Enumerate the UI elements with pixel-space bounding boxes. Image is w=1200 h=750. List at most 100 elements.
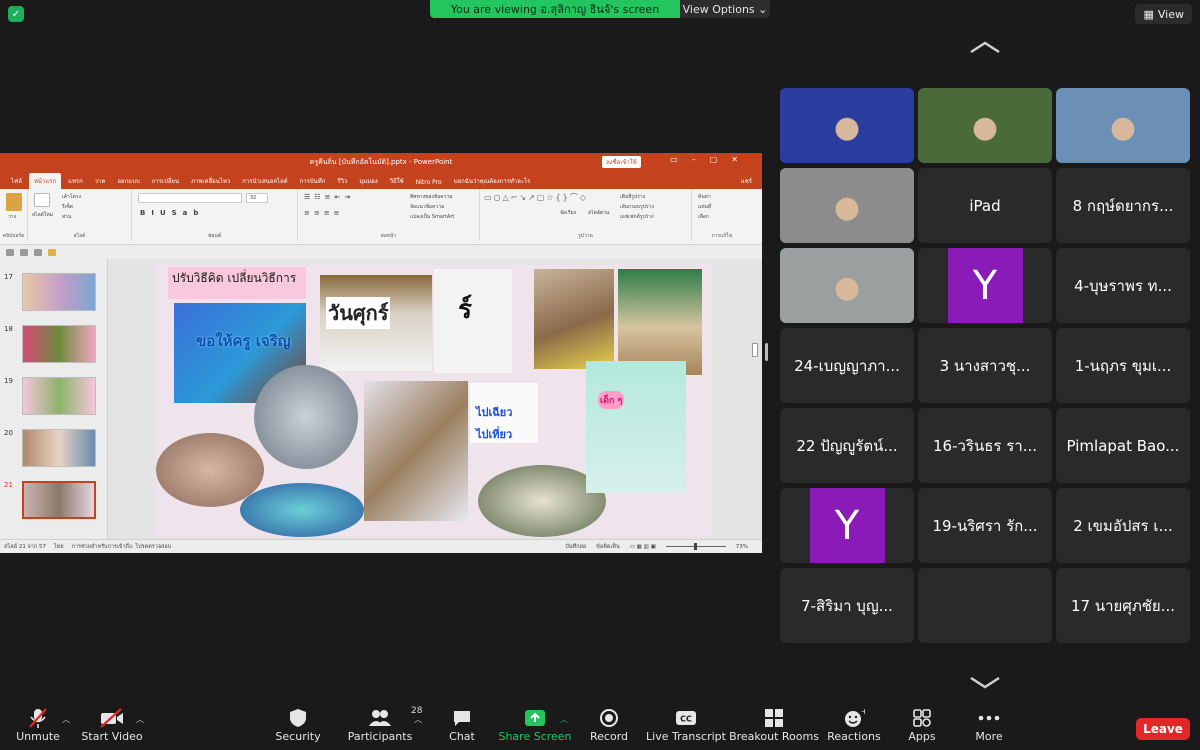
find-button[interactable]: ค้นหา [698, 193, 711, 201]
quick-styles-button[interactable]: สไตล์ด่วน [588, 209, 609, 217]
participant-tile[interactable]: 22 ปัญญูรัตน์... [780, 408, 914, 483]
font-format-buttons[interactable]: BIUSab [140, 209, 204, 217]
ppt-tab[interactable]: รีวิว [332, 173, 352, 189]
font-name-box[interactable] [138, 193, 242, 203]
ppt-tab[interactable]: การเปลี่ยน [147, 173, 184, 189]
participant-tile[interactable]: 24-เบญญาภา... [780, 328, 914, 403]
more-button[interactable]: More [974, 706, 1004, 748]
replace-button[interactable]: แทนที่ [698, 203, 711, 211]
save-icon[interactable] [6, 248, 14, 256]
participant-tile[interactable]: 1-นฤภร ขุมเ... [1056, 328, 1190, 403]
participant-tile[interactable] [780, 248, 914, 323]
ppt-tab[interactable]: วาด [90, 173, 111, 189]
participant-tile[interactable]: 4-บุษราพร ท... [1056, 248, 1190, 323]
chat-button[interactable]: Chat [448, 706, 476, 748]
security-shield-icon[interactable]: ✓ [8, 6, 24, 22]
reset-button[interactable]: รีเซ็ต [62, 203, 73, 211]
shape-outline-button[interactable]: เส้นกรอบรูปร่าง [620, 203, 654, 211]
participant-tile[interactable] [1056, 88, 1190, 163]
slide-scrollbar[interactable] [752, 343, 758, 357]
live-transcript-button[interactable]: CC Live Transcript [646, 706, 726, 748]
view-button[interactable]: ▦ View [1135, 4, 1192, 24]
paste-icon[interactable] [6, 193, 22, 211]
audio-options-caret-icon[interactable]: ︿ [62, 714, 70, 725]
shape-fill-button[interactable]: เติมสีรูปร่าง [620, 193, 645, 201]
font-size-box[interactable]: 32 [246, 193, 268, 203]
breakout-rooms-button[interactable]: Breakout Rooms [729, 706, 819, 748]
participants-button[interactable]: 28 Participants [348, 706, 423, 748]
participant-tile[interactable]: Y [780, 488, 914, 563]
share-screen-button[interactable]: Share Screen [498, 706, 572, 748]
ppt-tab[interactable]: ไฟล์ [6, 173, 27, 189]
ppt-tab[interactable]: แทรก [63, 173, 88, 189]
ppt-tab[interactable]: มุมมอง [354, 173, 382, 189]
security-button[interactable]: Security [275, 706, 321, 748]
chevron-up-icon[interactable] [968, 40, 1002, 54]
participant-tile[interactable] [918, 88, 1052, 163]
zoom-slider[interactable] [665, 543, 726, 550]
participant-tile[interactable] [780, 168, 914, 243]
video-options-caret-icon[interactable]: ︿ [136, 714, 144, 725]
shapes-gallery[interactable]: ▭○△⌐↘↗▢☆{}⌒◇ [484, 192, 588, 203]
ppt-window-controls[interactable]: ▭–▢✕ [670, 155, 752, 164]
ppt-tab[interactable]: ออกแบบ [112, 173, 144, 189]
start-video-button[interactable]: Start Video [81, 706, 143, 748]
record-button[interactable]: Record [590, 706, 628, 748]
ppt-tab[interactable]: Nitro Pro [411, 176, 447, 189]
share-options-caret-icon[interactable]: ︿ [560, 714, 568, 725]
chevron-down-icon[interactable] [968, 676, 1002, 690]
ppt-tab[interactable]: วิธีใช้ [385, 173, 409, 189]
ppt-tab[interactable]: การบันทึก [295, 173, 331, 189]
unmute-button[interactable]: Unmute [16, 706, 60, 748]
notes-button[interactable]: บันทึกย่อ [565, 543, 586, 551]
select-button[interactable]: เลือก [698, 213, 709, 221]
participant-tile[interactable]: 7-สิริมา บุญ... [780, 568, 914, 643]
thumbnail-slide-21[interactable]: 21 [4, 481, 104, 521]
ppt-share-button[interactable]: แชร์ [736, 173, 762, 189]
participant-tile[interactable]: iPad [918, 168, 1052, 243]
align-buttons[interactable]: ≡≡≡≡ [304, 209, 343, 217]
thumbnail-slide-20[interactable]: 20 [4, 429, 104, 469]
new-slide-icon[interactable] [34, 193, 50, 207]
text-direction-button[interactable]: ทิศทางของข้อความ [410, 193, 453, 201]
folder-icon[interactable] [48, 248, 56, 256]
ppt-sign-in-button[interactable]: ลงชื่อเข้าใช้ [602, 156, 641, 168]
list-buttons[interactable]: ☰☷≡⇤⇥ [304, 193, 354, 201]
ppt-tab[interactable]: ภาพเคลื่อนไหว [186, 173, 235, 189]
participant-tile[interactable] [780, 88, 914, 163]
participant-tile[interactable]: 19-นริศรา รัก... [918, 488, 1052, 563]
participant-tile[interactable]: 3 นางสาวชุ... [918, 328, 1052, 403]
thumbnail-slide-17[interactable]: 17 [4, 273, 104, 313]
thumbnail-slide-18[interactable]: 18 [4, 325, 104, 365]
section-button[interactable]: ส่วน [62, 213, 71, 221]
view-options-button[interactable]: View Options ⌄ [680, 0, 770, 18]
slide-title[interactable]: ปรับวิธีคิด เปลี่ยนวิธีการ [168, 267, 306, 299]
smartart-button[interactable]: แปลงเป็น SmartArt [410, 213, 454, 221]
comments-button[interactable]: ข้อคิดเห็น [596, 543, 620, 551]
participant-tile[interactable]: 2 เขมอัปสร เ... [1056, 488, 1190, 563]
undo-icon[interactable] [20, 248, 28, 256]
redo-icon[interactable] [34, 248, 42, 256]
slide-canvas[interactable]: ปรับวิธีคิด เปลี่ยนวิธีการ ขอให้ครู เจริ… [156, 265, 712, 537]
participant-tile[interactable]: 16-วรินธร รา... [918, 408, 1052, 483]
participant-tile[interactable]: 17 นายศุภชัย... [1056, 568, 1190, 643]
zoom-slider-knob[interactable] [693, 543, 697, 550]
accessibility-status[interactable]: การช่วยสำหรับการเข้าถึง: โปรดตรวจสอบ [72, 543, 172, 551]
ppt-tab[interactable]: การนำเสนอสไลด์ [237, 173, 292, 189]
shape-effects-button[interactable]: เอฟเฟกต์รูปร่าง [620, 213, 654, 221]
participant-tile[interactable]: Y [918, 248, 1052, 323]
participants-caret-icon[interactable]: ︿ [414, 714, 422, 725]
zoom-level[interactable]: 73% [736, 544, 748, 550]
ppt-tab[interactable]: บอกฉันว่าคุณต้องการทำอะไร [449, 173, 536, 189]
thumbnail-slide-19[interactable]: 19 [4, 377, 104, 417]
participant-tile[interactable] [918, 568, 1052, 643]
split-drag-handle[interactable] [765, 343, 768, 361]
leave-button[interactable]: Leave [1136, 718, 1190, 740]
participant-tile[interactable]: 8 กฤษ์ดยากร... [1056, 168, 1190, 243]
reactions-button[interactable]: + Reactions [827, 706, 881, 748]
ppt-tab[interactable]: หน้าแรก [28, 173, 62, 189]
participant-tile[interactable]: Pimlapat Bao... [1056, 408, 1190, 483]
arrange-button[interactable]: จัดเรียง [560, 209, 576, 217]
layout-button[interactable]: เค้าโครง [62, 193, 81, 201]
view-buttons[interactable]: ▭ ▦ ▥ ▣ [630, 544, 656, 550]
